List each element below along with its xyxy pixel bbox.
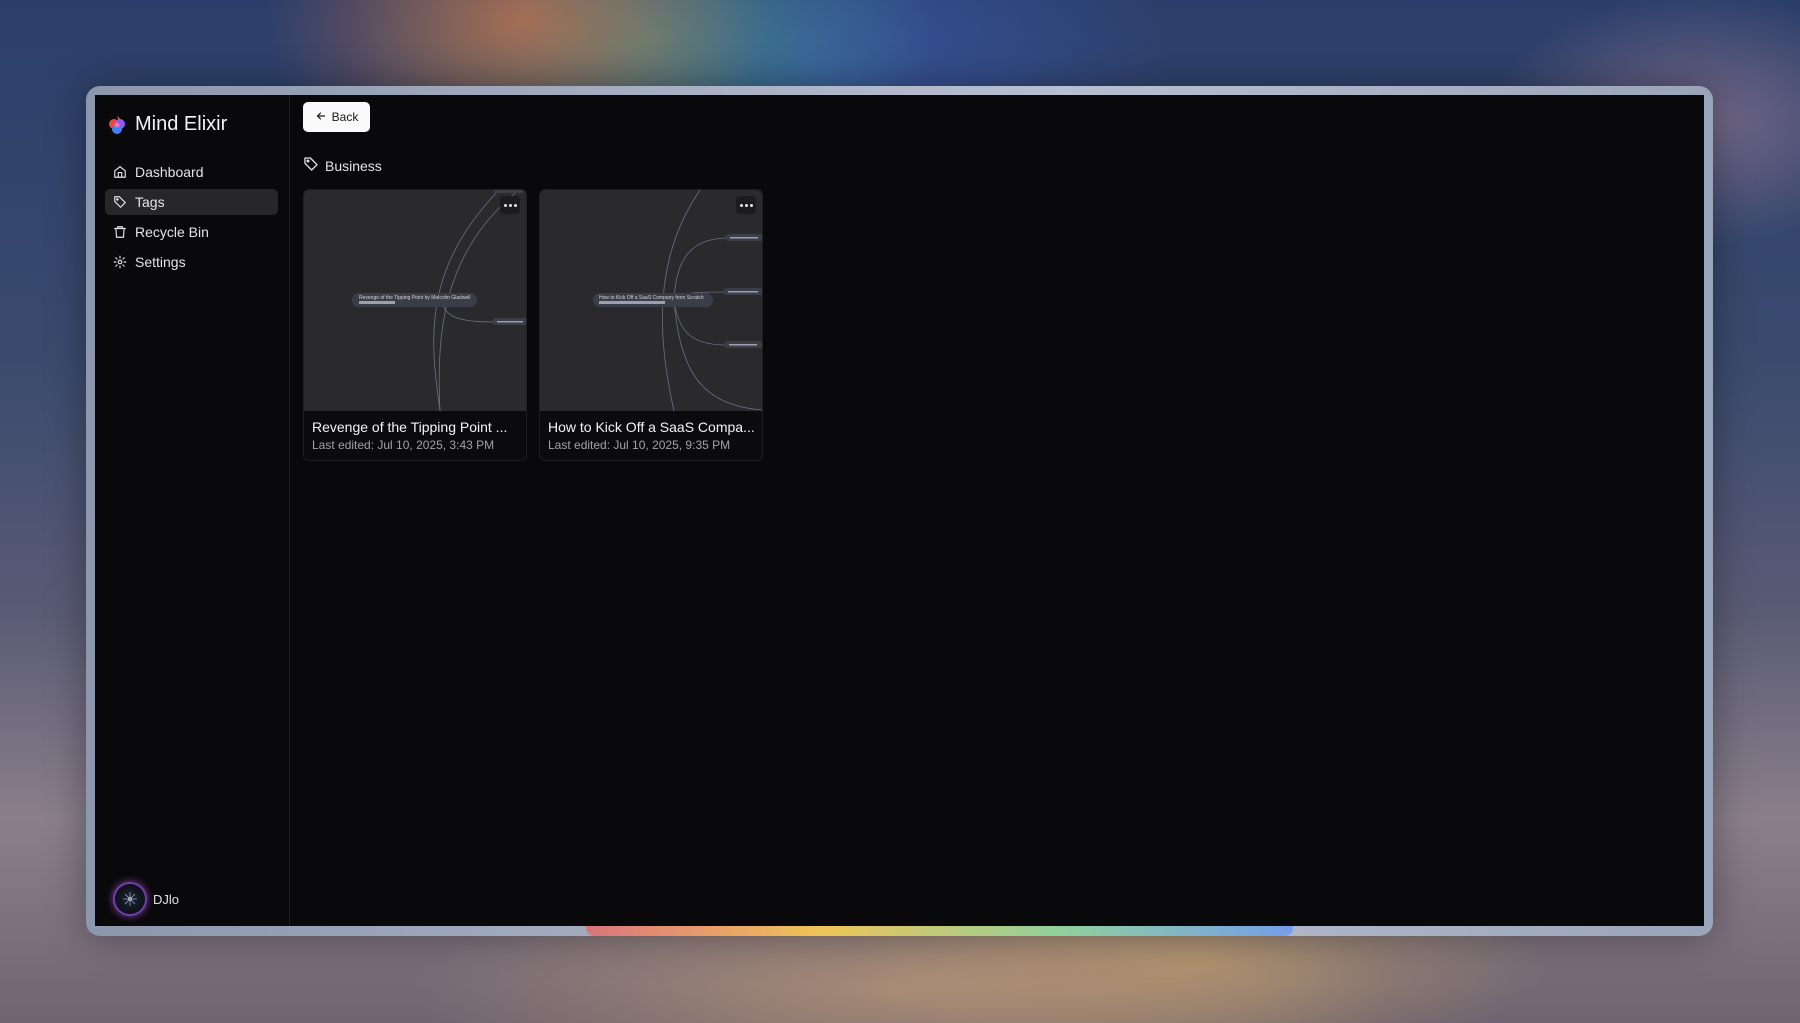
more-options-button[interactable] (500, 196, 520, 214)
card-title: How to Kick Off a SaaS Compa... (548, 419, 754, 435)
card-title: Revenge of the Tipping Point ... (312, 419, 508, 435)
brand[interactable]: Mind Elixir (95, 95, 289, 139)
card-info: Revenge of the Tipping Point ... Last ed… (304, 411, 526, 452)
mindmap-card[interactable]: Revenge of the Tipping Point by Malcolm … (303, 189, 527, 461)
sidebar: Mind Elixir Dashboard Tags Recycle Bin S… (95, 95, 290, 926)
app-title: Mind Elixir (135, 112, 228, 135)
main-content: Back Business Revenge of the Tipping Poi… (290, 95, 1704, 926)
sidebar-item-tags[interactable]: Tags (105, 189, 278, 215)
back-button-label: Back (331, 110, 359, 124)
tag-icon (113, 195, 127, 209)
mindmap-thumbnail: How to Kick Off a SaaS Company from Scra… (540, 190, 762, 411)
mindmap-root-node: Revenge of the Tipping Point by Malcolm … (359, 295, 470, 301)
card-info: How to Kick Off a SaaS Compa... Last edi… (540, 411, 762, 452)
sidebar-item-label: Dashboard (135, 164, 204, 180)
user-profile[interactable]: DJlo (115, 884, 179, 914)
tag-icon (303, 156, 319, 175)
home-icon (113, 165, 127, 179)
arrow-left-icon (315, 110, 327, 125)
tag-heading: Business (303, 156, 382, 175)
sidebar-item-settings[interactable]: Settings (105, 249, 278, 275)
card-date: Last edited: Jul 10, 2025, 3:43 PM (312, 438, 495, 452)
sidebar-item-label: Settings (135, 254, 186, 270)
app-window: Mind Elixir Dashboard Tags Recycle Bin S… (95, 95, 1704, 926)
mindmap-root-node: How to Kick Off a SaaS Company from Scra… (599, 295, 704, 301)
sidebar-item-label: Recycle Bin (135, 224, 209, 240)
user-name: DJlo (153, 891, 180, 907)
sidebar-item-dashboard[interactable]: Dashboard (105, 159, 278, 185)
card-date: Last edited: Jul 10, 2025, 9:35 PM (548, 438, 731, 452)
mind-elixir-logo-icon (107, 114, 127, 134)
trash-icon (113, 225, 127, 239)
avatar-icon (123, 892, 137, 906)
sidebar-item-label: Tags (135, 194, 165, 210)
avatar[interactable] (115, 884, 145, 914)
more-options-button[interactable] (736, 196, 756, 214)
mindmap-card[interactable]: How to Kick Off a SaaS Company from Scra… (539, 189, 763, 461)
sidebar-nav: Dashboard Tags Recycle Bin Settings (95, 159, 289, 275)
back-button[interactable]: Back (303, 102, 370, 132)
gear-icon (113, 255, 127, 269)
sidebar-item-recycle-bin[interactable]: Recycle Bin (105, 219, 278, 245)
tag-name: Business (325, 157, 382, 174)
mindmap-thumbnail: Revenge of the Tipping Point by Malcolm … (304, 190, 526, 411)
mindmap-card-list: Revenge of the Tipping Point by Malcolm … (303, 189, 763, 461)
